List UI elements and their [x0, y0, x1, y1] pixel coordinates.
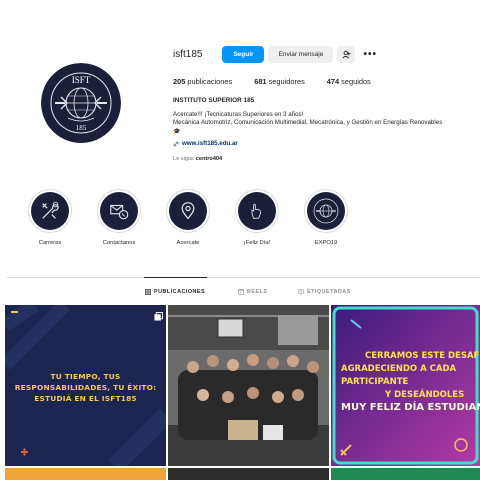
following-label: seguidos: [341, 77, 371, 86]
hand-icon: [251, 203, 261, 219]
posts-label: publicaciones: [187, 77, 233, 86]
followed-by-user: centro404: [195, 156, 223, 163]
active-tab-indicator: [144, 277, 207, 278]
following-count: 474: [326, 77, 340, 86]
posts-count: 205: [173, 77, 186, 86]
highlight-label: EXPO19: [314, 240, 338, 246]
group-photo: [168, 305, 329, 466]
highlight-feliz-dia[interactable]: ¡Feliz Día!: [227, 189, 287, 246]
posts-stat[interactable]: 205 publicaciones: [173, 77, 232, 86]
post-caption: CERRAMOS ESTE DESAFÍO AGRADECIENDO A CAD…: [335, 350, 480, 402]
followers-stat[interactable]: 681 seguidores: [254, 77, 305, 86]
following-stat[interactable]: 474 seguidos: [327, 77, 371, 86]
post-thumbnail[interactable]: TU TIEMPO, TUS RESPONSABILIDADES, TU ÉXI…: [5, 305, 166, 466]
highlight-contactanos[interactable]: Contactanos: [89, 189, 149, 246]
profile-stats: 205 publicaciones 681 seguidores 474 seg…: [173, 77, 480, 86]
post-caption-line: CERRAMOS ESTE DESAFÍO: [365, 351, 480, 361]
profile-avatar[interactable]: ISFT 185: [41, 63, 121, 143]
grid-icon: [145, 289, 151, 295]
followed-by-prefix: Le sigue: [173, 156, 195, 163]
tab-label: PUBLICACIONES: [154, 289, 206, 295]
link-icon: [173, 141, 179, 146]
logo-icon: [313, 198, 339, 224]
tabs-divider: [7, 277, 480, 278]
highlight-label: Contactanos: [102, 240, 136, 246]
tools-icon: [42, 201, 59, 219]
post-caption-line: AGRADECIENDO A CADA PARTICIPANTE: [341, 364, 457, 387]
tab-label: REELS: [247, 289, 268, 295]
carousel-icon: [154, 308, 163, 326]
followers-count: 681: [254, 77, 267, 86]
tab-etiquetadas[interactable]: ETIQUETADAS: [298, 289, 351, 295]
follow-button[interactable]: Seguir: [222, 45, 265, 63]
website-link[interactable]: www.isft185.edu.ar: [173, 140, 480, 147]
tab-reels[interactable]: REELS: [238, 289, 267, 295]
tab-label: ETIQUETADAS: [307, 289, 351, 295]
followers-label: seguidores: [268, 77, 305, 86]
send-message-button[interactable]: Enviar mensaje: [268, 45, 334, 63]
highlight-expo19[interactable]: EXPO19: [296, 189, 356, 246]
location-pin-icon: [181, 202, 195, 220]
highlight-acercate[interactable]: Acercate: [158, 189, 218, 246]
website-link-text: www.isft185.edu.ar: [182, 140, 238, 148]
highlight-label: Acercate: [176, 240, 200, 246]
suggested-accounts-button[interactable]: [337, 45, 356, 63]
profile-bio: Acercate!!! ¡Tecnicaturas Superiores en …: [173, 111, 480, 136]
profile-info: isft185 Seguir Enviar mensaje ••• 205 pu…: [173, 45, 480, 162]
more-options-icon[interactable]: •••: [363, 49, 377, 60]
highlight-carreras[interactable]: Carreras: [20, 189, 80, 246]
post-caption-line: ESTUDIÁ EN EL ISFT185: [34, 394, 137, 403]
followed-by[interactable]: Le sigue centro404: [173, 156, 480, 162]
profile-full-name: INSTITUTO SUPERIOR 185: [173, 97, 255, 104]
reels-icon: [238, 289, 244, 295]
tab-publicaciones[interactable]: PUBLICACIONES: [145, 289, 205, 295]
post-caption: TU TIEMPO, TUS RESPONSABILIDADES, TU ÉXI…: [5, 371, 166, 404]
post-caption-line: MUY FELIZ DÍA ESTUDIANTES!!: [341, 402, 480, 413]
contact-icon: [110, 204, 129, 220]
tagged-icon: [298, 289, 304, 295]
avatar-text-bottom: 185: [76, 124, 87, 132]
story-highlights: Carreras Contactanos Acercate ¡Feliz Día…: [0, 189, 480, 259]
add-user-icon: [342, 50, 351, 59]
post-thumbnail[interactable]: [331, 468, 480, 480]
graduation-cap-icon: 🎓: [173, 128, 181, 135]
profile-username: isft185: [173, 48, 203, 60]
post-thumbnail[interactable]: [168, 305, 329, 466]
bio-line-2: Mecánica Automotriz, Comunicación Multim…: [173, 119, 443, 127]
avatar-text-top: ISFT: [72, 75, 91, 85]
bio-line-1: Acercate!!! ¡Tecnicaturas Superiores en …: [173, 111, 304, 118]
post-thumbnail[interactable]: [5, 468, 166, 480]
post-thumbnail[interactable]: [168, 468, 329, 480]
highlight-label: Carreras: [38, 240, 62, 246]
post-thumbnail[interactable]: CERRAMOS ESTE DESAFÍO AGRADECIENDO A CAD…: [331, 305, 480, 466]
post-caption-line: TU TIEMPO, TUS RESPONSABILIDADES, TU ÉXI…: [14, 372, 157, 392]
post-caption-line: Y DESEÁNDOLES: [385, 390, 465, 400]
highlight-label: ¡Feliz Día!: [243, 240, 271, 246]
